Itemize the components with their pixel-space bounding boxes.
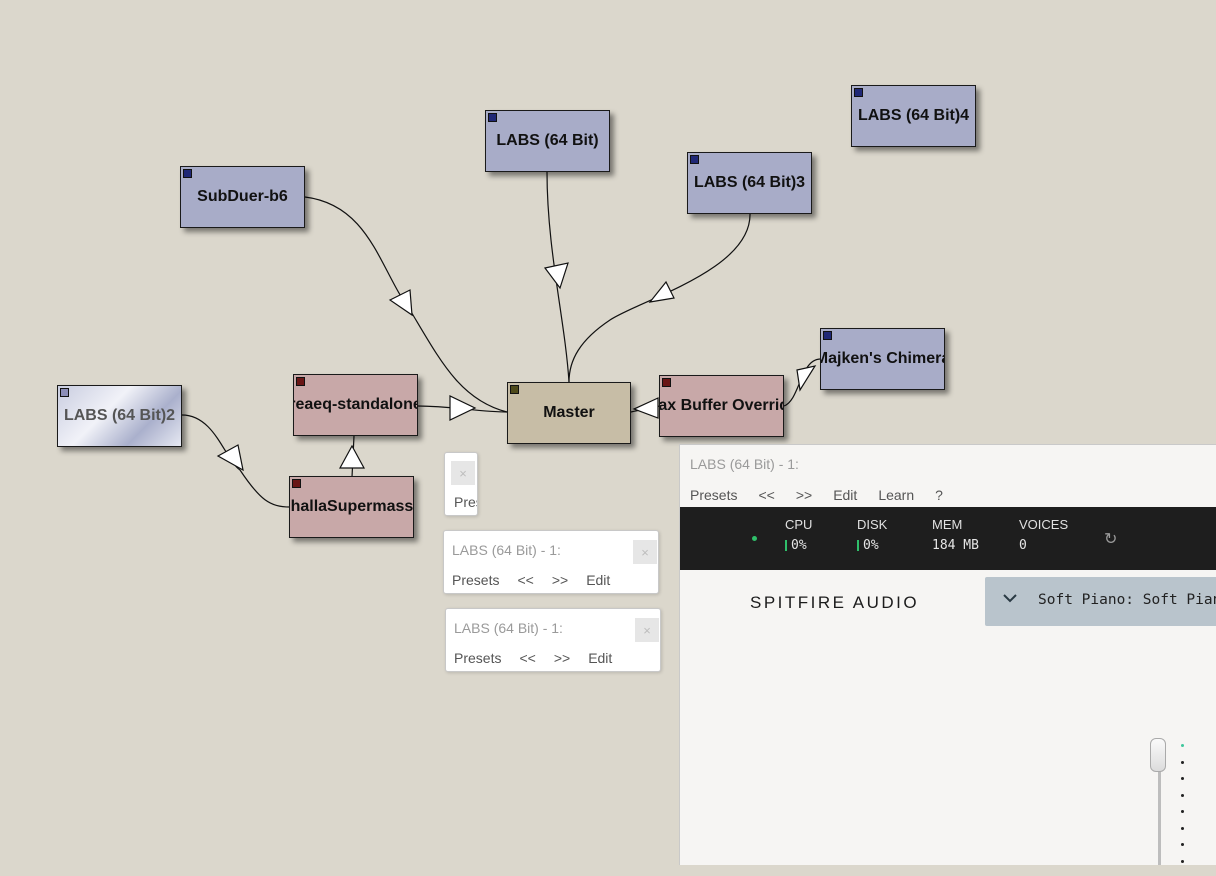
plugin-window-mini-2[interactable]: LABS (64 Bit) - 1: × Presets << >> Edit [445,608,661,672]
node-label: Master [543,404,595,421]
slider-tick [1181,744,1184,747]
edit-menu[interactable]: Edit [833,487,857,503]
window-title: LABS (64 Bit) - 1: [454,620,563,636]
node-pin[interactable] [488,113,497,122]
slider-tick [1181,793,1184,797]
brand-logo: SPITFIRE AUDIO [750,593,920,612]
node-label: reaeq-standalone [293,396,418,413]
node-label: LABS (64 Bit)2 [63,407,176,424]
slider-ticks [1181,744,1184,876]
help-menu[interactable]: ? [935,487,943,503]
cpu-value: 0% [791,538,807,553]
close-icon[interactable]: × [633,540,657,564]
preset-name: Soft Piano: Soft Piano [1038,592,1216,608]
voices-value: 0 [1019,538,1027,553]
voices-label: VOICES [1019,517,1069,532]
node-pin[interactable] [662,378,671,387]
node-majken[interactable]: Majken's Chimera [820,328,945,390]
node-pin[interactable] [292,479,301,488]
presets-menu[interactable]: Presets [690,487,737,503]
window-menu: Presets << >> Edit [454,650,630,666]
slider-tick [1181,843,1184,846]
cpu-label: CPU [785,517,813,532]
next-preset-button[interactable]: >> [796,487,812,503]
node-labs3[interactable]: LABS (64 Bit)3 [687,152,812,214]
node-label: LABS (64 Bit) [496,132,599,149]
disk-label: DISK [857,517,888,532]
voices-stat: VOICES 0 [1019,517,1068,553]
node-label: LABS (64 Bit)4 [857,107,970,124]
mem-value: 184 MB [932,538,979,553]
plugin-window-labs[interactable]: LABS (64 Bit) - 1: Presets << >> Edit Le… [679,444,1216,865]
slider-tick [1181,777,1184,780]
close-icon[interactable]: × [451,461,475,485]
edit-menu[interactable]: Edit [588,650,612,666]
next-preset-button[interactable]: >> [552,572,568,588]
prev-preset-button[interactable]: << [519,650,535,666]
prev-preset-button[interactable]: << [517,572,533,588]
node-label: Majken's Chimera [820,350,945,367]
node-label: Max Buffer Override [659,397,783,414]
next-preset-button[interactable]: >> [554,650,570,666]
mem-stat: MEM 184 MB [932,517,979,553]
slider-tick [1181,810,1184,813]
node-reaeq[interactable]: reaeq-standalone [293,374,418,436]
cpu-meter [785,540,787,551]
disk-value: 0% [863,538,879,553]
node-pin[interactable] [60,388,69,397]
status-indicator [752,536,757,541]
prev-preset-button[interactable]: << [758,487,774,503]
mem-label: MEM [932,517,963,532]
slider-tick [1181,859,1184,863]
window-menu: Presets << >> Edit Learn ? [690,487,964,503]
stats-bar: CPU 0% DISK 0% MEM 184 MB VOICES 0 ↻ [680,507,1216,570]
presets-menu[interactable]: Presets [452,572,499,588]
arrow-labs2-valhalla [216,444,244,472]
volume-slider-thumb[interactable] [1150,738,1166,772]
node-label: ValhallaSupermassive [290,498,414,515]
arrow-subduer-master [388,289,413,317]
node-master[interactable]: Master [507,382,631,444]
refresh-icon[interactable]: ↻ [1104,529,1117,549]
node-label: LABS (64 Bit)3 [693,174,806,191]
window-title: LABS (64 Bit) - 1: [690,456,799,472]
cpu-stat: CPU 0% [785,517,812,553]
close-icon[interactable]: × [635,618,659,642]
window-menu: Presets << >> Edit [452,572,628,588]
chevron-down-icon [1002,590,1018,610]
node-pin[interactable] [183,169,192,178]
edit-menu[interactable]: Edit [586,572,610,588]
node-pin[interactable] [823,331,832,340]
node-pin[interactable] [510,385,519,394]
arrow-valhalla-reaeq [338,444,366,469]
slider-tick [1181,760,1184,764]
node-labs4[interactable]: LABS (64 Bit)4 [851,85,976,147]
arrow-reaeq-master [449,395,477,421]
node-subduer[interactable]: SubDuer-b6 [180,166,305,228]
window-title: LABS (64 Bit) - 1: [452,542,561,558]
arrow-labs1-master [543,262,569,290]
node-label: SubDuer-b6 [197,188,288,205]
learn-menu[interactable]: Learn [878,487,914,503]
node-pin[interactable] [854,88,863,97]
plugin-window-stub[interactable]: × Presets [444,452,478,516]
arrow-maxbuf-master [632,397,659,419]
slider-tick [1181,826,1184,830]
node-pin[interactable] [296,377,305,386]
plugin-window-mini-1[interactable]: LABS (64 Bit) - 1: × Presets << >> Edit [443,530,659,594]
preset-dropdown[interactable]: Soft Piano: Soft Piano [985,577,1216,626]
arrow-labs3-master [648,280,675,303]
arrow-majken-maxbuf [796,365,817,392]
node-pin[interactable] [690,155,699,164]
node-valhalla[interactable]: ValhallaSupermassive [289,476,414,538]
presets-menu[interactable]: Presets [454,650,501,666]
node-maxbuf[interactable]: Max Buffer Override [659,375,784,437]
presets-menu[interactable]: Presets [454,494,477,510]
disk-stat: DISK 0% [857,517,887,553]
disk-meter [857,540,859,551]
node-labs2[interactable]: LABS (64 Bit)2 [57,385,182,447]
node-labs1[interactable]: LABS (64 Bit) [485,110,610,172]
